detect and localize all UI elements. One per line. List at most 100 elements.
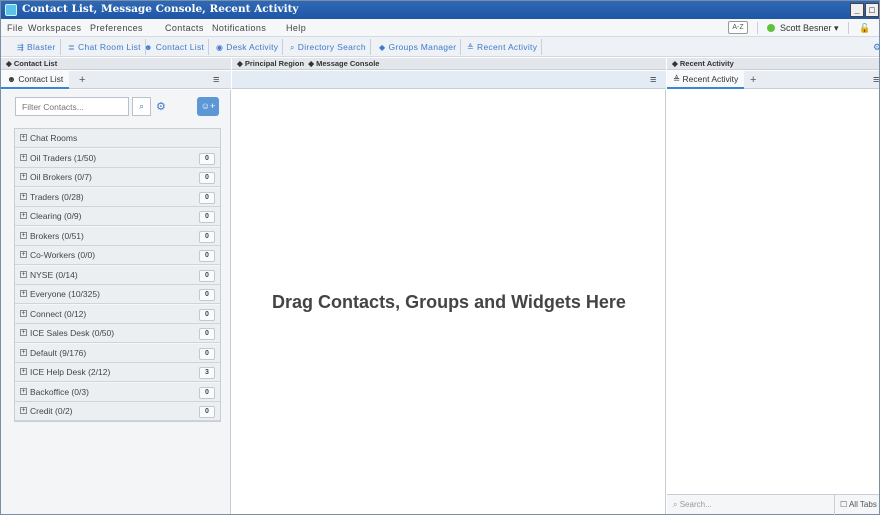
quick-directory-search[interactable]: ⌕ Directory Search <box>287 39 371 55</box>
user-menu[interactable]: Scott Besner ▾ <box>780 23 839 34</box>
menu-icon[interactable]: ≡ <box>213 74 219 86</box>
group-label: Co-Workers (0/0) <box>30 250 96 260</box>
group-row[interactable]: + Default (9/176) 0 <box>15 343 220 363</box>
contact-list-panel: ⌕ ⚙ ☺+ +Chat Rooms+Oil Traders (1/50)0+O… <box>1 90 231 514</box>
menu-icon[interactable]: ≡ <box>873 74 879 86</box>
menu-notifications[interactable]: Notifications <box>212 23 266 33</box>
group-row[interactable]: + ICE Help Desk (2/12) 3 <box>15 363 220 382</box>
search-icon: ⌕ <box>290 43 295 52</box>
expand-icon[interactable]: + <box>20 309 27 317</box>
recent-search-input[interactable]: ⌕ Search... <box>667 495 835 515</box>
group-label: Clearing (0/9) <box>30 211 82 221</box>
contacts-icon: ☻ <box>144 43 153 52</box>
minimize-button[interactable]: _ <box>850 3 864 17</box>
settings-gear-icon[interactable]: ⚙ <box>156 100 166 113</box>
group-row[interactable]: + NYSE (0/14) 0 <box>15 265 220 285</box>
quick-groups-manager[interactable]: ◆ Groups Manager <box>376 39 462 55</box>
tab-recent-activity[interactable]: ≜ Recent Activity <box>667 71 745 89</box>
quick-recent-activity[interactable]: ≜ Recent Activity <box>464 39 543 55</box>
quick-desk-activity[interactable]: ◉ Desk Activity <box>213 39 284 55</box>
group-label: Traders (0/28) <box>30 191 84 202</box>
menu-divider <box>757 22 758 34</box>
contact-list-tabstrip: ☻ Contact List + ≡ <box>1 71 231 89</box>
group-row[interactable]: + Backoffice (0/3) 0 <box>15 382 220 402</box>
expand-icon[interactable]: + <box>20 134 27 141</box>
expand-icon[interactable]: + <box>20 173 27 180</box>
tag-icon: ◆ <box>6 59 12 68</box>
expand-icon[interactable]: + <box>20 270 27 278</box>
maximize-button[interactable]: □ <box>865 3 879 17</box>
group-row[interactable]: + Chat Rooms <box>15 129 220 148</box>
expand-icon[interactable]: + <box>20 153 27 161</box>
tab-contact-list[interactable]: ☻ Contact List <box>1 71 70 89</box>
list-icon: ≣ <box>68 43 76 52</box>
tag-icon: ◆ <box>672 59 678 68</box>
group-label: ICE Sales Desk (0/50) <box>30 328 115 338</box>
quick-contact-list-label: Contact List <box>155 42 205 52</box>
group-row[interactable]: + Traders (0/28) 0 <box>15 187 220 207</box>
window-title: Contact List, Message Console, Recent Ac… <box>22 3 299 15</box>
unread-count-badge: 0 <box>199 406 215 418</box>
drop-zone-hint: Drag Contacts, Groups and Widgets Here <box>272 292 626 312</box>
group-row[interactable]: + Brokers (0/51) 0 <box>15 226 220 246</box>
menu-icon[interactable]: ≡ <box>650 74 656 86</box>
group-row[interactable]: + Co-Workers (0/0) 0 <box>15 246 220 265</box>
group-row[interactable]: + Everyone (10/325) 0 <box>15 285 220 304</box>
message-console-title: Message Console <box>316 59 380 68</box>
group-row[interactable]: + Connect (0/12) 0 <box>15 304 220 324</box>
principal-region-header: ◆ Principal Region ◆ Message Console <box>232 58 666 70</box>
console-tabstrip: ≡ <box>232 71 666 89</box>
expand-icon[interactable]: + <box>20 251 27 258</box>
group-row[interactable]: + ICE Sales Desk (0/50) 0 <box>15 324 220 343</box>
group-list: + Chat Rooms + Oil Traders (1/50) 0 + Oil Brok… <box>14 128 221 422</box>
group-label: Oil Brokers (0/7) <box>30 172 92 182</box>
gear-icon[interactable]: ⚙ <box>873 42 880 53</box>
add-tab-button[interactable]: + <box>750 74 756 86</box>
menu-file[interactable]: File <box>7 23 23 33</box>
group-row[interactable]: + Clearing (0/9) 0 <box>15 207 220 226</box>
menu-preferences[interactable]: Preferences <box>90 23 143 33</box>
group-label: Backoffice (0/3) <box>30 386 89 397</box>
contact-list-region-title: Contact List <box>13 59 58 68</box>
activity-icon: ≜ <box>467 43 475 52</box>
filter-contacts-input[interactable] <box>15 97 129 116</box>
title-bar[interactable]: Contact List, Message Console, Recent Ac… <box>1 1 879 19</box>
menu-divider <box>848 22 849 34</box>
expand-icon[interactable]: + <box>20 407 27 414</box>
group-label: Brokers (0/51) <box>30 230 84 241</box>
add-user-button[interactable]: ☺+ <box>197 97 219 116</box>
search-button[interactable]: ⌕ <box>132 97 151 116</box>
group-row[interactable]: + Oil Brokers (0/7) 0 <box>15 168 220 187</box>
message-console-panel[interactable]: Drag Contacts, Groups and Widgets Here <box>232 90 666 514</box>
expand-icon[interactable]: + <box>20 368 27 375</box>
expand-icon[interactable]: + <box>20 329 27 336</box>
group-row[interactable]: + Oil Traders (1/50) 0 <box>15 148 220 168</box>
menu-workspaces[interactable]: Workspaces <box>28 23 81 33</box>
group-row[interactable]: + Credit (0/2) 0 <box>15 402 220 421</box>
all-tabs-checkbox[interactable]: ☐ All Tabs <box>840 495 877 515</box>
recent-activity-panel: ⌕ Search... ☐ All Tabs <box>667 90 879 515</box>
quick-blaster[interactable]: ⇶ Blaster <box>14 39 61 55</box>
group-label: Connect (0/12) <box>30 308 87 319</box>
expand-icon[interactable]: + <box>20 192 27 200</box>
quick-contact-list[interactable]: ☻ Contact List <box>141 39 210 55</box>
unread-count-badge: 3 <box>199 367 215 379</box>
expand-icon[interactable]: + <box>20 348 27 356</box>
expand-icon[interactable]: + <box>20 290 27 297</box>
menu-help[interactable]: Help <box>286 23 306 33</box>
quick-blaster-label: Blaster <box>27 42 56 52</box>
quick-chat-room-list[interactable]: ≣ Chat Room List <box>65 39 146 55</box>
quick-desk-activity-label: Desk Activity <box>226 42 279 52</box>
add-tab-button[interactable]: + <box>79 74 85 86</box>
expand-icon[interactable]: + <box>20 387 27 395</box>
group-label: Everyone (10/325) <box>30 289 100 299</box>
expand-icon[interactable]: + <box>20 212 27 219</box>
lock-icon[interactable]: 🔓 <box>859 23 870 34</box>
expand-icon[interactable]: + <box>20 231 27 239</box>
group-label: Default (9/176) <box>30 347 87 358</box>
menu-contacts[interactable]: Contacts <box>165 23 204 33</box>
unread-count-badge: 0 <box>199 152 215 165</box>
sort-az-button[interactable]: A-Z <box>728 21 748 34</box>
unread-count-badge: 0 <box>199 347 215 360</box>
recent-activity-region-title: Recent Activity <box>679 59 734 68</box>
